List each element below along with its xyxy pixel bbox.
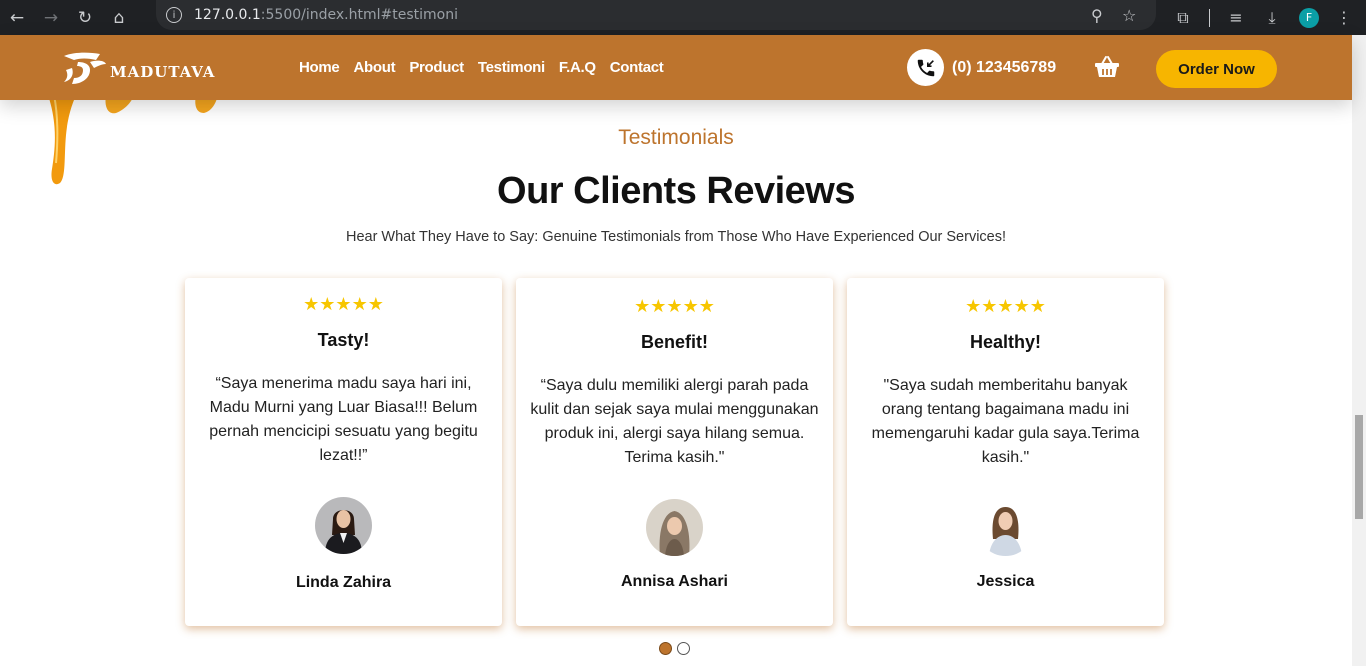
- reload-icon[interactable]: ↻: [68, 0, 102, 35]
- menu-icon[interactable]: ⋮: [1331, 0, 1357, 35]
- profile-avatar[interactable]: F: [1296, 0, 1322, 35]
- phone-number: (0) 123456789: [952, 58, 1057, 76]
- back-icon[interactable]: ←: [0, 0, 34, 35]
- main-nav: Home About Product Testimoni F.A.Q Conta…: [299, 59, 664, 76]
- brand-logo[interactable]: MADUTAVA: [60, 50, 215, 88]
- phone-icon: [907, 49, 944, 86]
- url-text[interactable]: 127.0.0.1:5500/index.html#testimoni: [194, 7, 458, 23]
- reviewer-name: Annisa Ashari: [621, 573, 728, 590]
- nav-faq[interactable]: F.A.Q: [559, 59, 596, 76]
- testimonial-card: ★★★★★ Tasty! “Saya menerima madu saya ha…: [185, 278, 502, 626]
- section-subtitle: Hear What They Have to Say: Genuine Test…: [345, 229, 1007, 245]
- testimonial-quote: “Saya dulu memiliki alergi parah pada ku…: [530, 377, 819, 466]
- testimonial-quote: "Saya sudah memberitahu banyak orang ten…: [871, 377, 1140, 466]
- address-bar[interactable]: i 127.0.0.1:5500/index.html#testimoni ⚲ …: [156, 0, 1156, 30]
- toolbar-divider: [1208, 0, 1210, 35]
- page-scrollbar[interactable]: [1352, 35, 1366, 666]
- pagination-dot-2[interactable]: [677, 642, 690, 655]
- download-icon[interactable]: ⤓: [1259, 0, 1285, 35]
- testimonial-quote: “Saya menerima madu saya hari ini, Madu …: [209, 375, 478, 464]
- rating-stars: ★★★★★: [303, 294, 384, 315]
- reviewer-name: Linda Zahira: [295, 574, 392, 591]
- testimonial-card: ★★★★★ Healthy! "Saya sudah memberitahu b…: [847, 278, 1164, 626]
- extensions-icon[interactable]: ⧉: [1170, 0, 1196, 35]
- bee-logo-icon: [64, 52, 106, 84]
- nav-testimoni[interactable]: Testimoni: [478, 59, 545, 76]
- forward-icon[interactable]: →: [34, 0, 68, 35]
- media-icon[interactable]: ≡: [1223, 0, 1249, 35]
- pagination-dot-1[interactable]: [659, 642, 672, 655]
- rating-stars: ★★★★★: [965, 296, 1046, 317]
- phone-contact[interactable]: (0) 123456789: [907, 49, 1056, 86]
- nav-contact[interactable]: Contact: [610, 59, 664, 76]
- rating-stars: ★★★★★: [634, 296, 715, 317]
- testimonial-title: Healthy!: [969, 332, 1041, 352]
- brand-name: MADUTAVA: [110, 63, 216, 81]
- bookmark-star-icon[interactable]: ☆: [1122, 6, 1136, 25]
- nav-about[interactable]: About: [353, 59, 395, 76]
- nav-home[interactable]: Home: [299, 59, 340, 76]
- avatar: [315, 497, 372, 554]
- nav-product[interactable]: Product: [409, 59, 464, 76]
- testimonial-title: Tasty!: [317, 330, 370, 350]
- browser-toolbar: ← → ↻ ⌂ i 127.0.0.1:5500/index.html#test…: [0, 0, 1366, 35]
- order-now-button[interactable]: Order Now: [1156, 50, 1277, 88]
- testimonial-card: ★★★★★ Benefit! “Saya dulu memiliki alerg…: [516, 278, 833, 626]
- site-info-icon[interactable]: i: [166, 7, 182, 23]
- scrollbar-thumb[interactable]: [1355, 415, 1363, 519]
- home-icon[interactable]: ⌂: [102, 0, 136, 35]
- testimonial-title: Benefit!: [641, 332, 708, 352]
- site-header: MADUTAVA Home About Product Testimoni F.…: [0, 35, 1352, 100]
- avatar: [646, 499, 703, 556]
- zoom-icon[interactable]: ⚲: [1091, 6, 1103, 25]
- carousel-pagination: [659, 642, 690, 655]
- reviewer-name: Jessica: [976, 573, 1035, 590]
- avatar: [977, 499, 1034, 556]
- basket-icon[interactable]: [1094, 55, 1120, 84]
- honey-drip-decoration: [48, 95, 218, 185]
